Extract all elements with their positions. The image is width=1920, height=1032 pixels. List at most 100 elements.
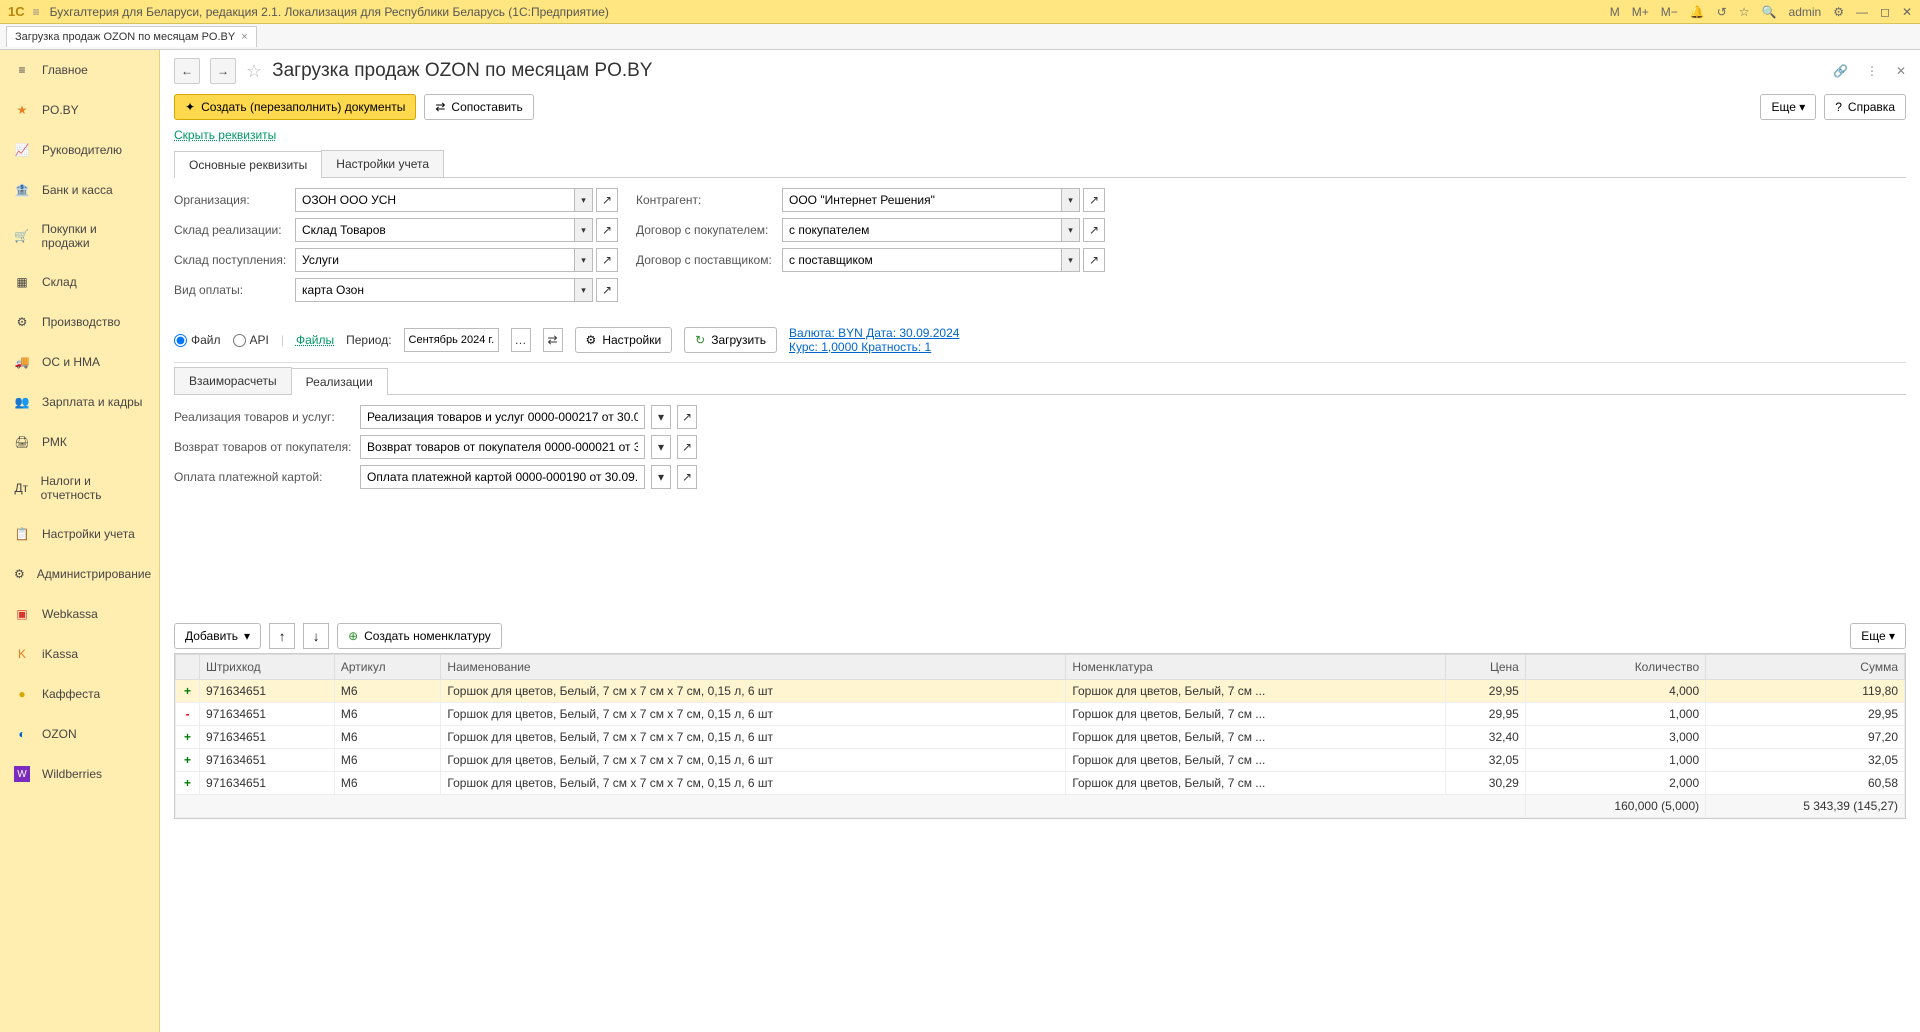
period-picker-icon[interactable]: ⇄: [543, 328, 563, 352]
bell-icon[interactable]: 🔔: [1690, 5, 1705, 19]
open-card-icon[interactable]: ↗: [677, 465, 697, 489]
col-nom[interactable]: Номенклатура: [1066, 655, 1446, 680]
table-more-button[interactable]: Еще ▾: [1850, 623, 1906, 649]
period-input[interactable]: [404, 328, 499, 352]
col-price[interactable]: Цена: [1446, 655, 1525, 680]
radio-api-input[interactable]: [233, 334, 246, 347]
open-icon[interactable]: ↗: [596, 248, 618, 272]
dropdown-icon[interactable]: ▾: [651, 405, 671, 429]
table-row[interactable]: +971634651M6Горшок для цветов, Белый, 7 …: [176, 772, 1905, 795]
col-sign[interactable]: [176, 655, 200, 680]
add-button[interactable]: Добавить ▾: [174, 623, 261, 649]
contr-input[interactable]: [782, 188, 1062, 212]
dropdown-icon[interactable]: ▾: [651, 465, 671, 489]
return-input[interactable]: [360, 435, 645, 459]
tab-realizations[interactable]: Реализации: [291, 368, 388, 395]
open-return-icon[interactable]: ↗: [677, 435, 697, 459]
close-icon[interactable]: ✕: [1896, 64, 1906, 78]
sidebar-item-production[interactable]: ⚙Производство: [0, 302, 159, 342]
sale-input[interactable]: [360, 405, 645, 429]
sidebar-item-bank[interactable]: 🏦Банк и касса: [0, 170, 159, 210]
col-barcode[interactable]: Штрихкод: [200, 655, 335, 680]
search-icon[interactable]: 🔍: [1762, 5, 1777, 19]
dropdown-icon[interactable]: ▾: [575, 278, 593, 302]
open-icon[interactable]: ↗: [1083, 218, 1105, 242]
settings-button[interactable]: ⚙Настройки: [575, 327, 673, 353]
move-up-button[interactable]: ↑: [269, 623, 295, 649]
dropdown-icon[interactable]: ▾: [575, 248, 593, 272]
radio-api[interactable]: API: [233, 333, 269, 347]
tab-main-details[interactable]: Основные реквизиты: [174, 151, 322, 178]
sidebar-item-main[interactable]: ≡Главное: [0, 50, 159, 90]
nav-forward-button[interactable]: →: [210, 58, 236, 84]
sidebar-item-accounting[interactable]: 📋Настройки учета: [0, 514, 159, 554]
history-icon[interactable]: ↺: [1717, 5, 1727, 19]
open-icon[interactable]: ↗: [1083, 188, 1105, 212]
sidebar-item-rmk[interactable]: 🖨РМК: [0, 422, 159, 462]
more-icon[interactable]: ⋮: [1866, 64, 1878, 78]
realwh-input[interactable]: [295, 218, 575, 242]
create-nomenclature-button[interactable]: ⊕Создать номенклатуру: [337, 623, 502, 649]
favorite-star-icon[interactable]: ☆: [246, 61, 262, 82]
sidebar-item-webkassa[interactable]: ▣Webkassa: [0, 594, 159, 634]
table-row[interactable]: +971634651M6Горшок для цветов, Белый, 7 …: [176, 680, 1905, 703]
nav-back-button[interactable]: ←: [174, 58, 200, 84]
table-row[interactable]: +971634651M6Горшок для цветов, Белый, 7 …: [176, 749, 1905, 772]
document-tab[interactable]: Загрузка продаж OZON по месяцам PO.BY ×: [6, 26, 257, 47]
sidebar-item-salary[interactable]: 👥Зарплата и кадры: [0, 382, 159, 422]
tab-accounting-settings[interactable]: Настройки учета: [321, 150, 444, 177]
create-button[interactable]: ✦Создать (перезаполнить) документы: [174, 94, 416, 120]
memory-mminus[interactable]: M−: [1661, 5, 1678, 19]
paytype-input[interactable]: [295, 278, 575, 302]
compare-button[interactable]: ⇄Сопоставить: [424, 94, 533, 120]
period-clear-icon[interactable]: …: [511, 328, 531, 352]
memory-mplus[interactable]: M+: [1632, 5, 1649, 19]
rate-link[interactable]: Курс: 1,0000 Кратность: 1: [789, 340, 959, 354]
load-button[interactable]: ↻Загрузить: [684, 327, 777, 353]
dropdown-icon[interactable]: ▾: [651, 435, 671, 459]
sidebar-item-wildberries[interactable]: WWildberries: [0, 754, 159, 794]
tab-close-icon[interactable]: ×: [241, 31, 247, 43]
help-button[interactable]: ? Справка: [1824, 94, 1906, 120]
maximize-icon[interactable]: ◻: [1880, 5, 1890, 19]
close-window-icon[interactable]: ✕: [1902, 5, 1912, 19]
dropdown-icon[interactable]: ▾: [1062, 218, 1080, 242]
col-sum[interactable]: Сумма: [1706, 655, 1905, 680]
recvwh-input[interactable]: [295, 248, 575, 272]
hide-details-link[interactable]: Скрыть реквизиты: [174, 128, 276, 142]
org-input[interactable]: [295, 188, 575, 212]
col-qty[interactable]: Количество: [1525, 655, 1705, 680]
col-article[interactable]: Артикул: [334, 655, 441, 680]
settings-icon[interactable]: ⚙: [1833, 5, 1844, 19]
table-row[interactable]: +971634651M6Горшок для цветов, Белый, 7 …: [176, 726, 1905, 749]
sidebar-item-admin[interactable]: ⚙Администрирование: [0, 554, 159, 594]
open-icon[interactable]: ↗: [596, 278, 618, 302]
dropdown-icon[interactable]: ▾: [575, 188, 593, 212]
open-icon[interactable]: ↗: [596, 188, 618, 212]
col-name[interactable]: Наименование: [441, 655, 1066, 680]
sidebar-item-manager[interactable]: 📈Руководителю: [0, 130, 159, 170]
star-icon[interactable]: ☆: [1739, 5, 1750, 19]
currency-link[interactable]: Валюта: BYN Дата: 30.09.2024: [789, 326, 959, 340]
sidebar-item-poby[interactable]: ★PO.BY: [0, 90, 159, 130]
link-icon[interactable]: 🔗: [1833, 64, 1848, 78]
minimize-icon[interactable]: —: [1856, 5, 1868, 19]
table-row[interactable]: -971634651M6Горшок для цветов, Белый, 7 …: [176, 703, 1905, 726]
dropdown-icon[interactable]: ▾: [575, 218, 593, 242]
sidebar-item-ikassa[interactable]: KiKassa: [0, 634, 159, 674]
sidebar-item-ozon[interactable]: ◐OZON: [0, 714, 159, 754]
radio-file[interactable]: Файл: [174, 333, 221, 347]
open-sale-icon[interactable]: ↗: [677, 405, 697, 429]
radio-file-input[interactable]: [174, 334, 187, 347]
open-icon[interactable]: ↗: [596, 218, 618, 242]
sidebar-item-warehouse[interactable]: ▦Склад: [0, 262, 159, 302]
supplier-input[interactable]: [782, 248, 1062, 272]
dropdown-icon[interactable]: ▾: [1062, 248, 1080, 272]
sidebar-item-sales[interactable]: 🛒Покупки и продажи: [0, 210, 159, 262]
buyer-input[interactable]: [782, 218, 1062, 242]
sidebar-item-tax[interactable]: ДтНалоги и отчетность: [0, 462, 159, 514]
open-icon[interactable]: ↗: [1083, 248, 1105, 272]
files-link[interactable]: Файлы: [296, 333, 334, 347]
memory-m[interactable]: M: [1610, 5, 1620, 19]
more-button[interactable]: Еще ▾: [1760, 94, 1816, 120]
